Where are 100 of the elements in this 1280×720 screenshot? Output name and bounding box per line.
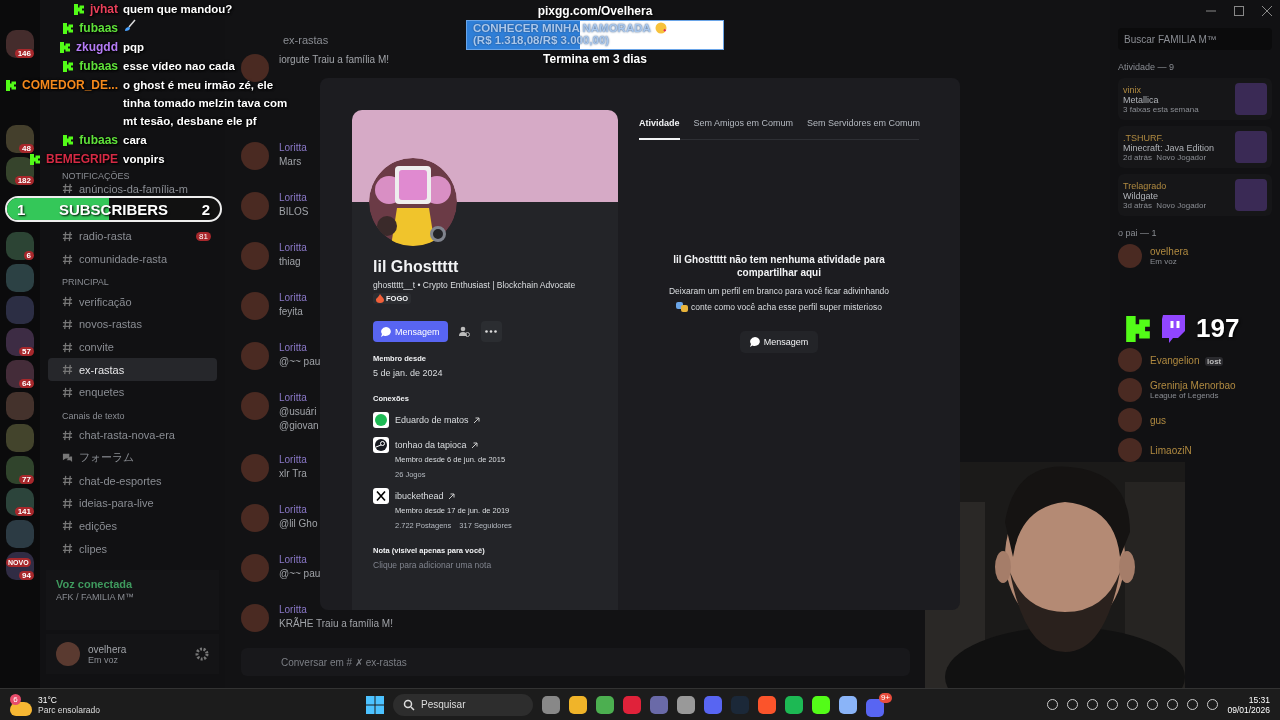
brush-icon [123,19,137,33]
category-label[interactable]: PRINCIPAL [48,270,123,291]
hash-icon [62,318,73,330]
server-icon[interactable]: 6 [6,232,34,260]
server-icon[interactable]: 141 [6,488,34,516]
channel-item[interactable]: clipes [48,537,217,560]
cover-thumbnail [1235,131,1267,163]
profile-tab[interactable]: Sem Amigos em Comum [693,110,794,140]
connection-link[interactable]: Eduardo de matos [395,412,469,428]
message-button[interactable]: Mensagem [739,331,819,353]
channel-item[interactable]: chat-rasta-nova-era [48,423,217,447]
maximize-icon[interactable] [1234,6,1244,16]
user-avatar [241,342,269,370]
hash-icon [62,253,73,265]
search-field[interactable]: Buscar FAMILIA M™ [1118,28,1272,50]
category-label[interactable]: Canais de texto [48,403,139,424]
server-icon[interactable]: 57 [6,328,34,356]
note-field[interactable]: Clique para adicionar uma nota [373,560,573,570]
category-label[interactable]: NOTIFICAÇÕES [48,171,144,181]
twitch-icon [1160,314,1186,343]
app-icon[interactable] [758,695,776,714]
start-icon[interactable] [366,695,384,714]
activity-card[interactable]: vinix Metallica 3 faixas esta semana [1118,78,1272,120]
message-text: BILOS [279,206,309,218]
user-status: Em voz [88,654,119,665]
app-icon[interactable] [677,695,695,714]
user-name: ovelhera [88,643,127,655]
connection-link[interactable]: tonhao da tapioca [395,437,467,453]
hash-icon [62,497,73,509]
empty-text: Deixaram um perfil em branco para você ficar adivinhando [668,285,890,297]
server-icon[interactable]: 77 [6,456,34,484]
activity-card[interactable]: .TSHURF. Minecraft: Java Edition 2d atrás Novo Jogador [1118,126,1272,168]
app-icon[interactable] [785,695,803,714]
message-field[interactable]: Conversar em # ✗ ex-rastas [241,648,910,676]
chat-username: zkugdd [76,39,118,56]
hash-icon [62,429,73,441]
channel-item[interactable]: radio-rasta 81 [48,225,217,248]
chat-message: esse vídeo nao cada [123,59,235,74]
message-text: iorgute Traiu a família M! [279,54,390,66]
profile-tab[interactable]: Atividade [639,110,680,140]
start-number: 1 [17,200,26,218]
app-icon[interactable] [596,695,614,714]
message-author: Loritta [279,504,308,516]
chat-username: jvhat [90,1,118,18]
profile-tab[interactable]: Sem Servidores em Comum [807,110,921,140]
forum-icon [62,452,73,464]
channel-item[interactable]: chat-de-esportes [48,469,217,492]
message-author: Loritta [279,142,307,154]
search-field[interactable]: Pesquisar [393,693,533,716]
section-header: Atividade — 9 [1118,62,1176,72]
chat-username: BEMEGRIPE [46,151,118,168]
display-name: lil Ghosttttt [373,258,460,276]
hash-icon [62,296,73,308]
channel-item[interactable]: ideias-para-live [48,491,217,515]
channel-item[interactable]: novos-rastas [48,313,217,336]
channel-item[interactable]: edições [48,514,217,538]
voice-status: Voz conectada [56,578,134,590]
message-text: feyita [279,306,304,318]
channel-item[interactable]: enquetes [48,381,217,404]
server-icon[interactable]: 182 [6,157,34,185]
clock[interactable]: 15:31 09/01/2026 [1227,694,1270,715]
search-icon [403,698,415,711]
member-item[interactable]: ovelhera Em voz [1118,244,1272,268]
server-icon[interactable]: 64 [6,360,34,388]
chat-username: COMEDOR_DE... [22,77,118,94]
message-text: @~~ pau [279,568,321,580]
channel-item[interactable]: convite [48,335,217,359]
connection-link[interactable]: ibuckethead [395,488,444,504]
channel-item[interactable]: anúncios-da-família-m [48,181,217,196]
cover-thumbnail [1235,83,1267,115]
user-avatar [241,392,269,420]
close-icon[interactable] [1262,6,1272,16]
app-icon[interactable] [839,695,857,714]
kick-icon [63,134,74,146]
cover-thumbnail [1235,179,1267,211]
message-button[interactable]: Mensagem [373,321,448,342]
message-text: @~~ pau [279,356,321,368]
member-item[interactable]: Evangelion lost [1118,348,1272,372]
member-item[interactable]: Greninja Menorbao League of Legends [1118,378,1272,402]
message-author: Loritta [279,192,308,204]
activity-card[interactable]: Trelagrado Wildgate 3d atrás Novo Jogador [1118,174,1272,216]
app-icon[interactable] [812,695,830,714]
unread-badge: 48 [19,144,34,153]
server-icon[interactable]: 48 [6,125,34,153]
hash-icon [62,520,73,532]
channel-item[interactable]: ex-rastas [48,358,217,382]
masks-icon [676,301,689,313]
channel-item[interactable]: フォーラム [48,446,217,470]
message-author: Loritta [279,292,307,304]
member-item[interactable]: LimaoziN [1118,438,1272,462]
member-item[interactable]: gus [1118,408,1272,432]
user-avatar [241,54,269,82]
app-icon[interactable] [569,695,587,714]
more-button[interactable] [480,321,502,342]
server-icon[interactable]: 146 [6,30,34,58]
channel-item[interactable]: verificação [48,290,217,314]
kick-icon [6,79,16,91]
message-author: Loritta [279,242,307,254]
channel-item[interactable]: comunidade-rasta [48,247,217,271]
unread-badge: 146 [14,49,34,58]
